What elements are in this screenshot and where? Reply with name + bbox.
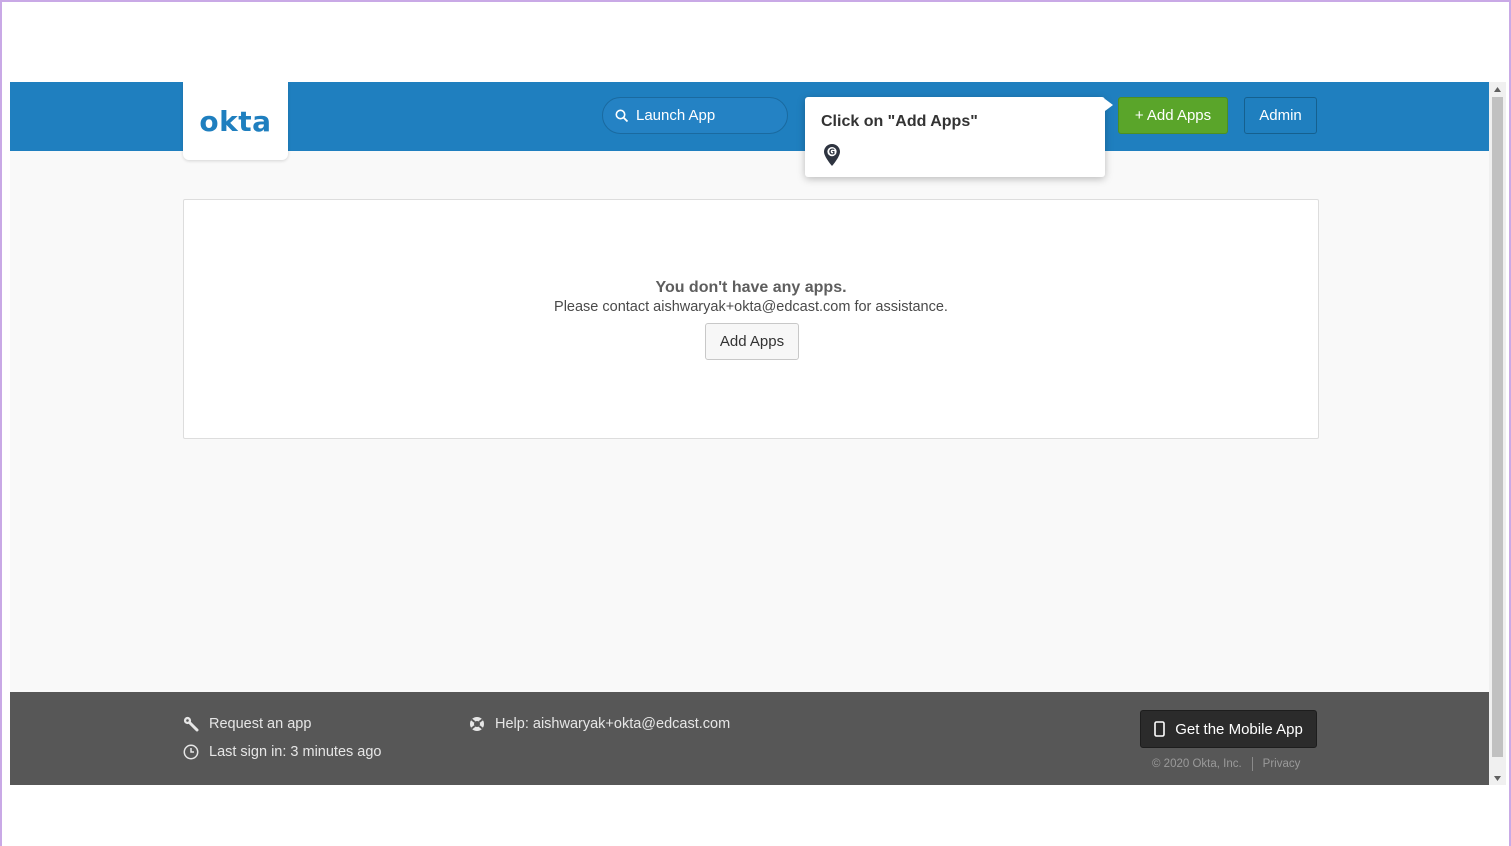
wrench-icon [183,716,199,732]
admin-button[interactable]: Admin [1244,97,1317,134]
get-mobile-app-button[interactable]: Get the Mobile App [1140,710,1317,748]
mobile-app-label: Get the Mobile App [1175,720,1303,738]
add-apps-card-button[interactable]: Add Apps [705,323,799,360]
copyright-text: © 2020 Okta, Inc. [1152,758,1242,770]
lifebuoy-icon [470,717,484,731]
empty-state-title: You don't have any apps. [655,279,847,296]
search-placeholder: Launch App [636,107,716,124]
okta-logo[interactable]: okta [183,82,288,160]
page-viewport: okta Launch App Click on "Add Apps" G + … [10,82,1506,785]
launch-app-search[interactable]: Launch App [602,97,788,134]
request-app-link[interactable]: Request an app [183,716,311,732]
copyright-row: © 2020 Okta, Inc. Privacy [1152,757,1300,771]
guide-pin-icon: G [824,144,840,166]
mobile-phone-icon [1154,721,1166,737]
last-sign-in: Last sign in: 3 minutes ago [183,744,382,760]
empty-state-subtitle: Please contact aishwaryak+okta@edcast.co… [554,299,948,315]
clock-icon [183,744,199,760]
scroll-down-arrow-icon[interactable] [1489,771,1506,785]
top-navigation-bar: okta Launch App Click on "Add Apps" G + … [10,82,1489,177]
add-apps-button[interactable]: + Add Apps [1118,97,1228,134]
search-icon [615,109,629,122]
help-link[interactable]: Help: aishwaryak+okta@edcast.com [469,716,730,732]
svg-text:G: G [829,147,835,156]
divider [1251,757,1253,771]
footer: Request an app Last sign in: 3 minutes a… [10,692,1489,785]
browser-frame: okta Launch App Click on "Add Apps" G + … [0,0,1511,846]
guide-tooltip: Click on "Add Apps" G [805,97,1113,177]
logo-text: okta [199,104,272,138]
privacy-link[interactable]: Privacy [1263,758,1301,770]
scrollbar-thumb[interactable] [1492,97,1503,757]
scroll-up-arrow-icon[interactable] [1489,82,1506,96]
request-app-label: Request an app [209,716,312,732]
tooltip-text: Click on "Add Apps" [821,113,978,130]
help-text: Help: aishwaryak+okta@edcast.com [495,716,731,732]
last-sign-in-text: Last sign in: 3 minutes ago [209,744,382,760]
vertical-scrollbar[interactable] [1489,82,1506,785]
apps-empty-card: You don't have any apps. Please contact … [183,199,1319,439]
